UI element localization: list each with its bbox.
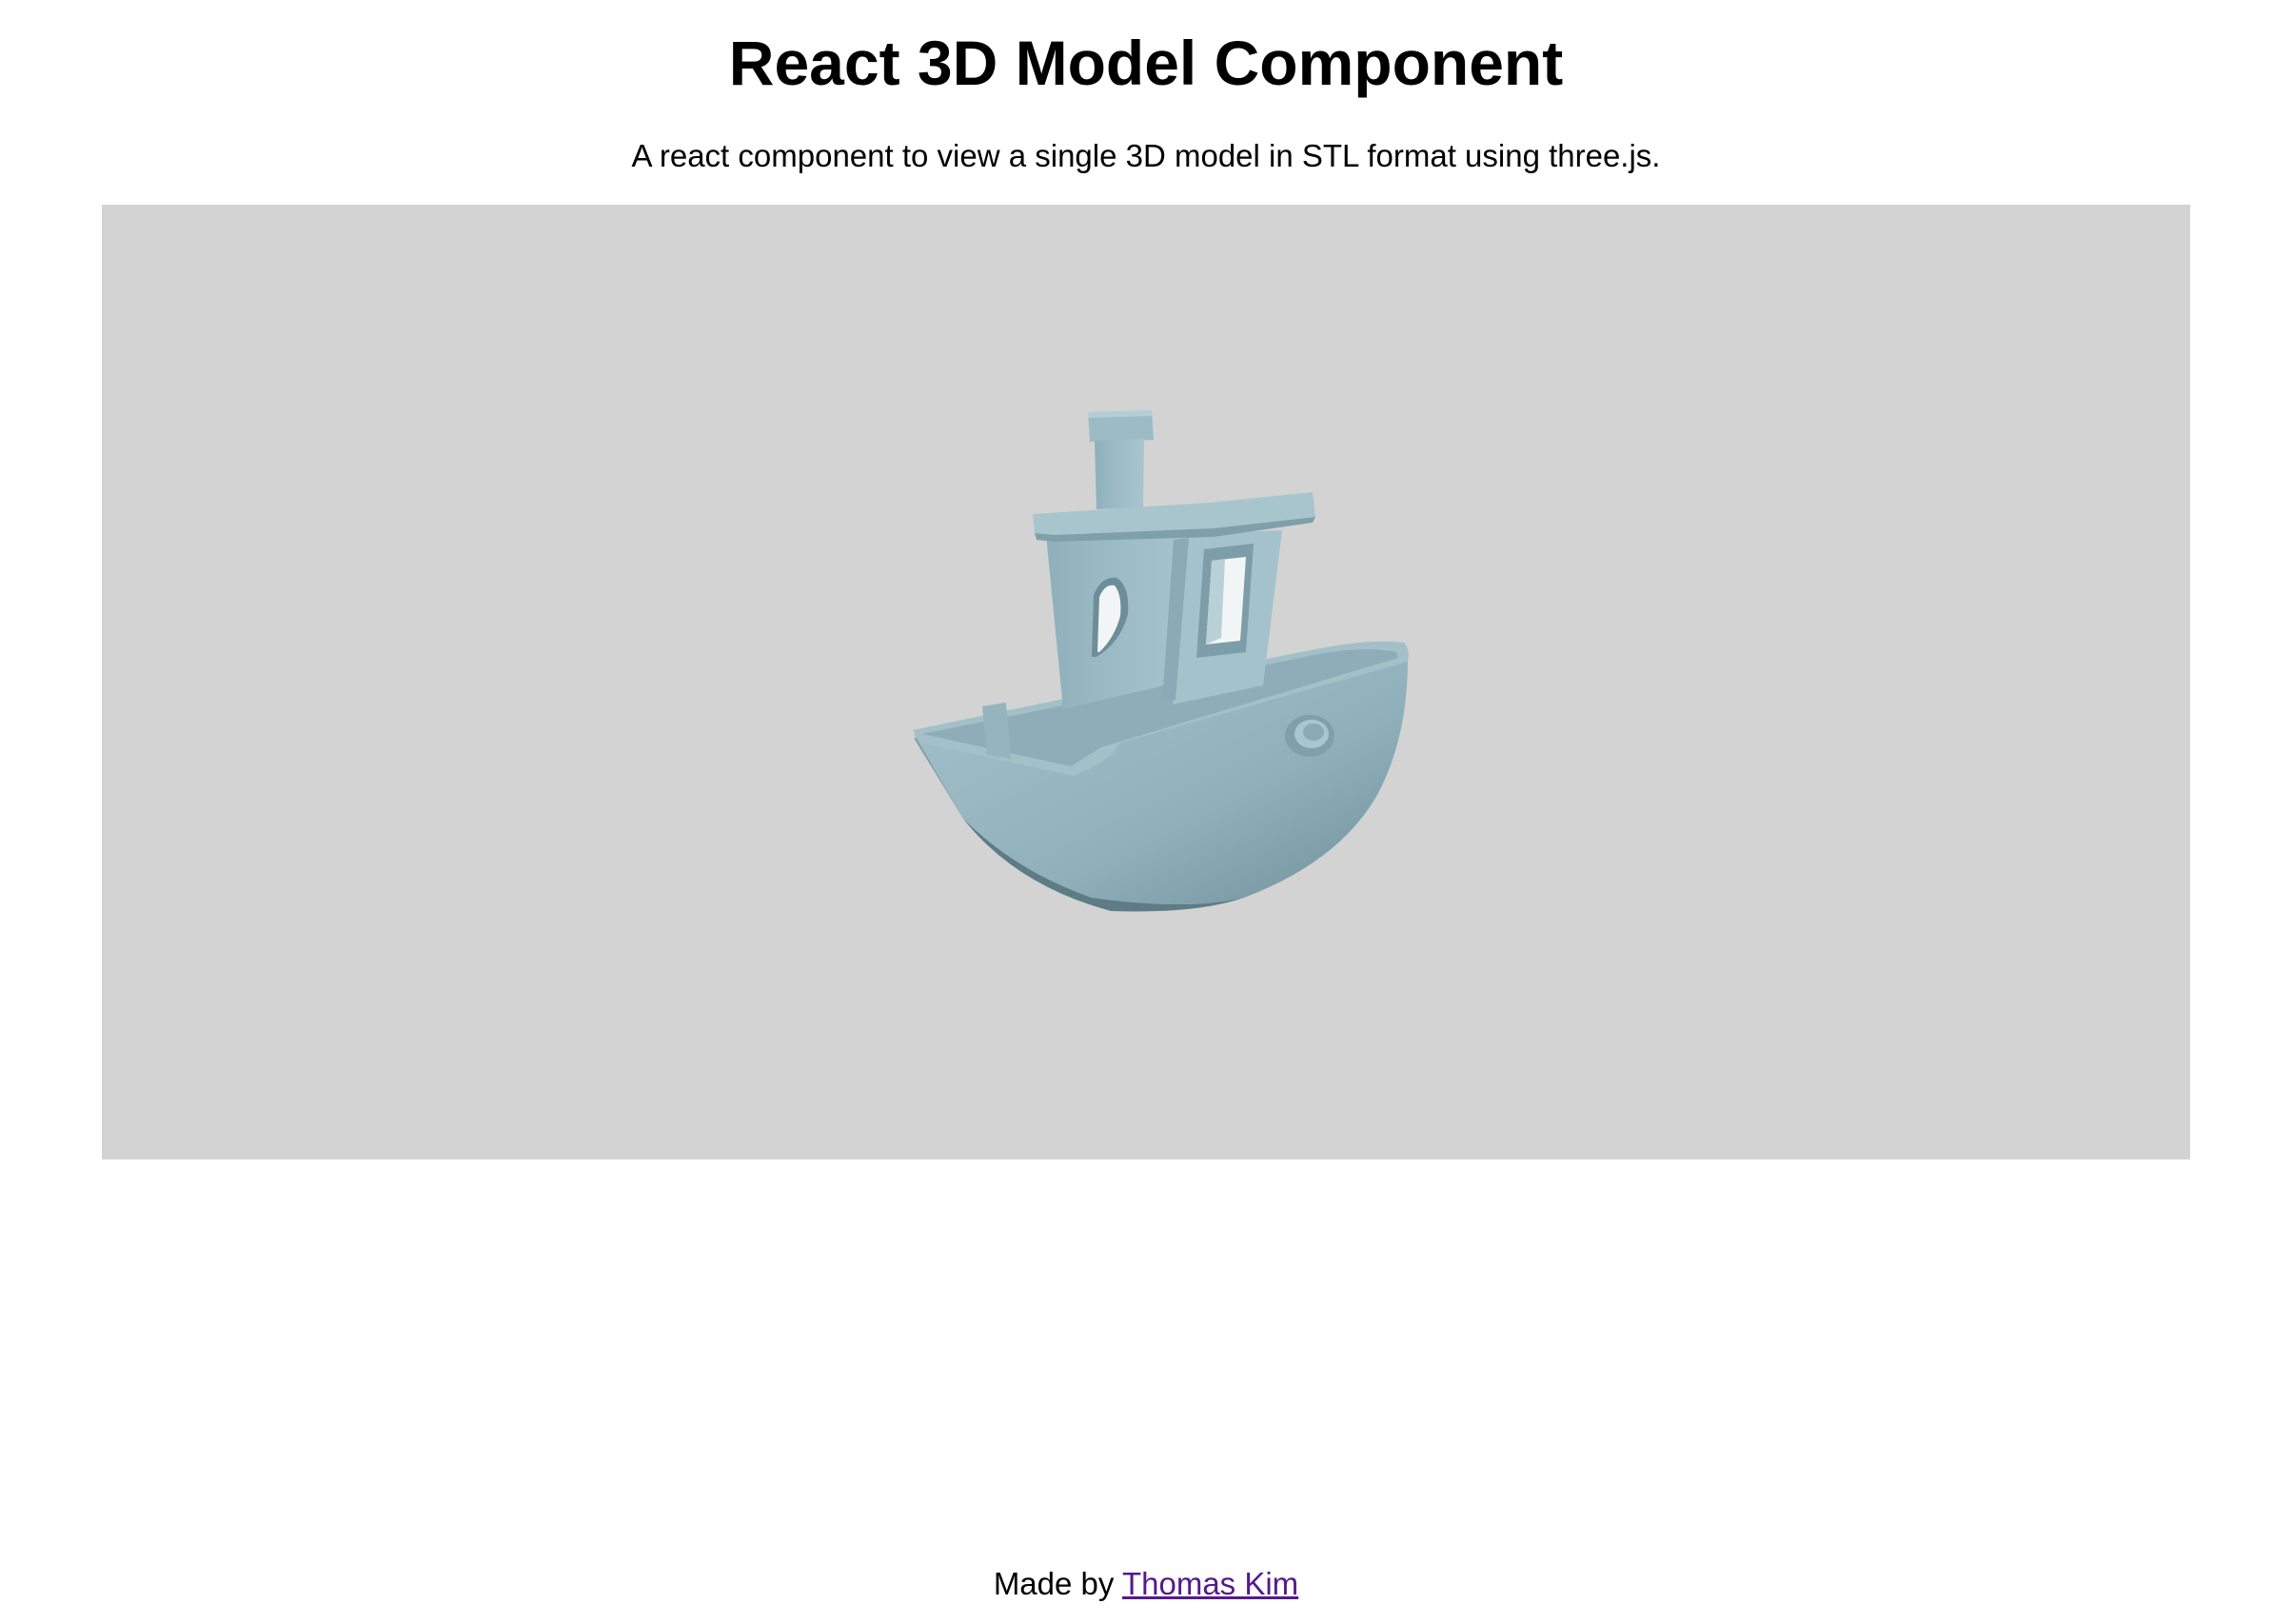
author-link[interactable]: Thomas Kim xyxy=(1122,1566,1298,1601)
page-subtitle: A react component to view a single 3D mo… xyxy=(631,138,1661,173)
model-viewer-canvas[interactable] xyxy=(102,205,2190,1159)
footer-made-by-text: Made by xyxy=(993,1566,1122,1601)
page: React 3D Model Component A react compone… xyxy=(0,0,2292,1624)
boat-model-icon xyxy=(913,410,1409,912)
footer: Made by Thomas Kim xyxy=(0,1561,2292,1607)
page-title: React 3D Model Component xyxy=(728,28,1564,98)
